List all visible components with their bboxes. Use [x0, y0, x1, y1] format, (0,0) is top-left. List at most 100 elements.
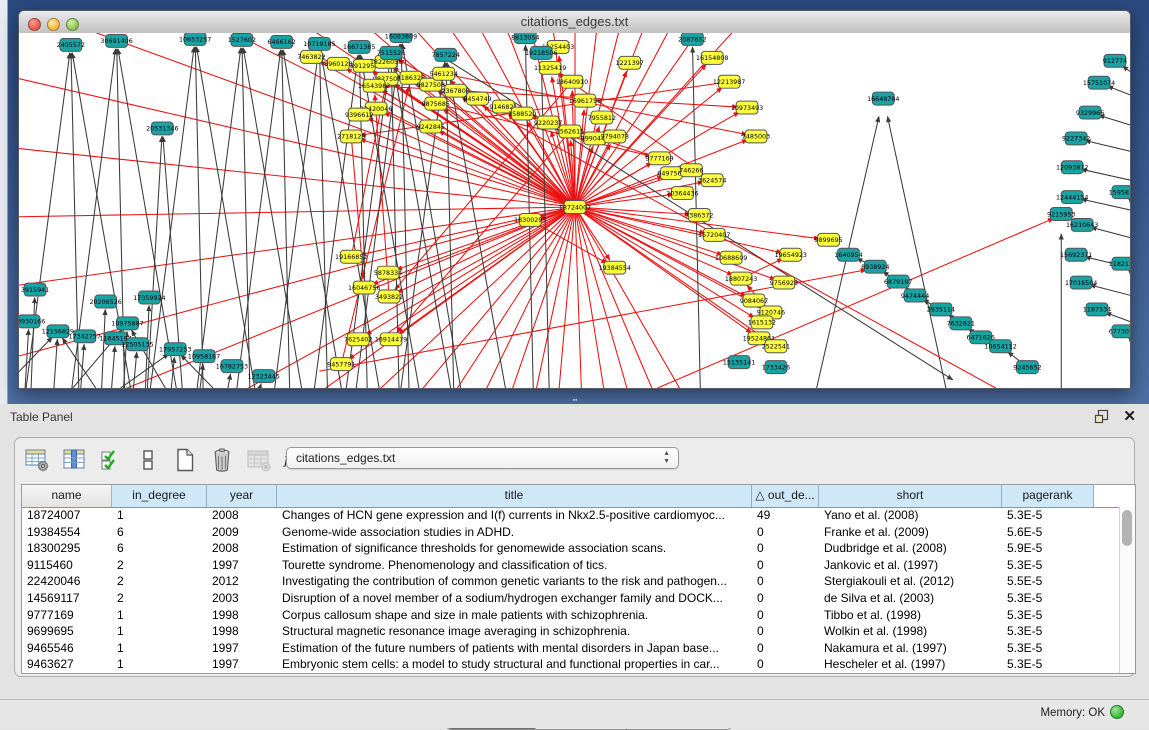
collapsed-west-panel-strip[interactable]: [0, 0, 8, 404]
graph-node[interactable]: 9227342: [1062, 132, 1090, 145]
graph-node[interactable]: 1588520: [508, 107, 536, 120]
graph-node[interactable]: 10975887: [111, 317, 143, 330]
graph-node[interactable]: 1527602: [228, 33, 256, 46]
graph-node[interactable]: 16154808: [696, 51, 728, 64]
graph-node[interactable]: 9242845: [417, 120, 445, 133]
graph-node[interactable]: 8454749: [463, 92, 491, 105]
graph-node[interactable]: 9899695: [814, 233, 842, 246]
table-row[interactable]: 1872400712008Changes of HCN gene express…: [22, 507, 1120, 524]
graph-node[interactable]: 912774: [1103, 54, 1127, 67]
graph-node[interactable]: 7625402: [344, 333, 372, 346]
graph-node[interactable]: 6466162: [267, 35, 295, 48]
graph-node[interactable]: 1733426: [762, 361, 790, 374]
graph-node[interactable]: 20206526: [89, 295, 121, 308]
graph-node[interactable]: 16671385: [343, 40, 375, 53]
graph-node[interactable]: 8938924: [861, 260, 889, 273]
new-table-button[interactable]: [171, 446, 199, 474]
scrollbar-thumb[interactable]: [1122, 510, 1132, 546]
show-columns-button[interactable]: [60, 446, 88, 474]
graph-node[interactable]: 5878334: [374, 266, 402, 279]
graph-node[interactable]: 2522541: [762, 340, 790, 353]
graph-node[interactable]: 2087652: [678, 33, 706, 45]
graph-node[interactable]: 6879197: [884, 275, 912, 288]
graph-node[interactable]: 12093872: [1056, 161, 1088, 174]
graph-node[interactable]: 2935114: [927, 303, 955, 316]
graph-node[interactable]: 7955812: [588, 111, 616, 124]
network-window[interactable]: citations_edges.txt 18724007746382289601…: [18, 10, 1131, 389]
table-settings-button[interactable]: [23, 446, 51, 474]
graph-node[interactable]: 9329966: [1076, 106, 1104, 119]
unselect-all-button[interactable]: [134, 446, 162, 474]
graph-node[interactable]: 7515526: [377, 46, 405, 59]
graph-node[interactable]: 9396612: [345, 108, 373, 121]
table-selector-dropdown[interactable]: citations_edges.txt ▲▼: [286, 447, 679, 469]
graph-node[interactable]: 12444154: [1056, 191, 1088, 204]
graph-node[interactable]: 12213987: [713, 75, 745, 88]
table-row[interactable]: 1938455462009Genome-wide association stu…: [22, 524, 1120, 541]
graph-node[interactable]: 10688609: [715, 251, 747, 264]
graph-node[interactable]: 9084067: [740, 294, 768, 307]
graph-node[interactable]: 16782753: [216, 360, 248, 373]
graph-node[interactable]: 17016504: [1065, 276, 1097, 289]
graph-node[interactable]: 3624574: [698, 174, 726, 187]
table-row[interactable]: 2242004622012Investigating the contribut…: [22, 573, 1120, 590]
graph-node[interactable]: 3493822: [375, 290, 403, 303]
graph-node[interactable]: 10653257: [179, 33, 211, 45]
graph-node[interactable]: 1221397: [616, 56, 644, 69]
network-window-titlebar[interactable]: citations_edges.txt: [19, 11, 1130, 34]
float-panel-icon[interactable]: [1094, 409, 1109, 424]
graph-node[interactable]: 17957253: [159, 343, 191, 356]
table-row[interactable]: 969969511998Structural magnetic resonanc…: [22, 623, 1120, 640]
graph-node[interactable]: 9777169: [645, 152, 673, 165]
graph-node[interactable]: 9245652: [1013, 361, 1041, 374]
graph-node[interactable]: 3915941: [21, 283, 49, 296]
graph-node[interactable]: 9875685: [422, 97, 450, 110]
column-header-in_degree[interactable]: in_degree: [112, 485, 207, 507]
graph-node[interactable]: 16648784: [867, 92, 899, 105]
graph-node[interactable]: 10958187: [188, 350, 220, 363]
graph-node[interactable]: 15692371: [1060, 248, 1092, 261]
graph-node[interactable]: 20531346: [146, 122, 178, 135]
graph-node[interactable]: 9457791: [327, 358, 355, 371]
graph-node[interactable]: 7386372: [685, 209, 713, 222]
graph-node[interactable]: 9215953: [1047, 208, 1075, 221]
graph-node[interactable]: 6773012: [1109, 325, 1130, 338]
graph-node[interactable]: 1187534: [1083, 303, 1111, 316]
graph-node[interactable]: 1595836: [1109, 186, 1130, 199]
graph-node[interactable]: 16093809: [385, 33, 417, 42]
graph-node[interactable]: 9474444: [901, 289, 929, 302]
graph-node[interactable]: 1182134: [1109, 257, 1130, 270]
graph-node[interactable]: 1640954: [834, 248, 862, 261]
graph-node[interactable]: 19384554: [599, 261, 631, 274]
graph-node[interactable]: 9794078: [601, 130, 629, 143]
graph-node[interactable]: 19654923: [775, 248, 807, 261]
column-header-name[interactable]: name: [22, 485, 112, 507]
graph-node[interactable]: 2405572: [57, 38, 85, 51]
vertical-scrollbar[interactable]: [1119, 507, 1135, 673]
column-header-title[interactable]: title: [277, 485, 752, 507]
column-header-year[interactable]: year: [207, 485, 277, 507]
graph-node[interactable]: 8960128: [324, 57, 352, 70]
graph-node[interactable]: 9220237: [534, 116, 562, 129]
graph-node[interactable]: 2718129: [337, 130, 365, 143]
table-row[interactable]: 1830029562008Estimation of significance …: [22, 540, 1120, 557]
table-row[interactable]: 911546021997Tourette syndrome. Phenomeno…: [22, 557, 1120, 574]
graph-node[interactable]: 16961758: [569, 94, 601, 107]
table-row[interactable]: 946362711997Embryonic stem cells: a mode…: [22, 656, 1120, 673]
graph-node[interactable]: 746266: [679, 164, 703, 177]
graph-node[interactable]: 7857224: [432, 48, 460, 61]
graph-node[interactable]: 16914479: [375, 333, 407, 346]
graph-node[interactable]: 17359924: [133, 291, 165, 304]
graph-node[interactable]: 23930166: [19, 315, 45, 328]
import-table-button[interactable]: [245, 446, 273, 474]
graph-node[interactable]: 7632621: [947, 317, 975, 330]
graph-node[interactable]: 7485003: [742, 130, 770, 143]
graph-node[interactable]: 8813054: [511, 33, 539, 43]
column-header-short[interactable]: short: [819, 485, 1002, 507]
column-header-pagerank[interactable]: pagerank: [1002, 485, 1094, 507]
memory-status-indicator[interactable]: [1110, 705, 1124, 719]
close-panel-icon[interactable]: ✕: [1123, 407, 1136, 425]
graph-node[interactable]: 9756928: [770, 276, 798, 289]
network-canvas[interactable]: 1872400774638228960128391295418226058982…: [19, 33, 1130, 388]
graph-node[interactable]: 19166852: [335, 250, 367, 263]
